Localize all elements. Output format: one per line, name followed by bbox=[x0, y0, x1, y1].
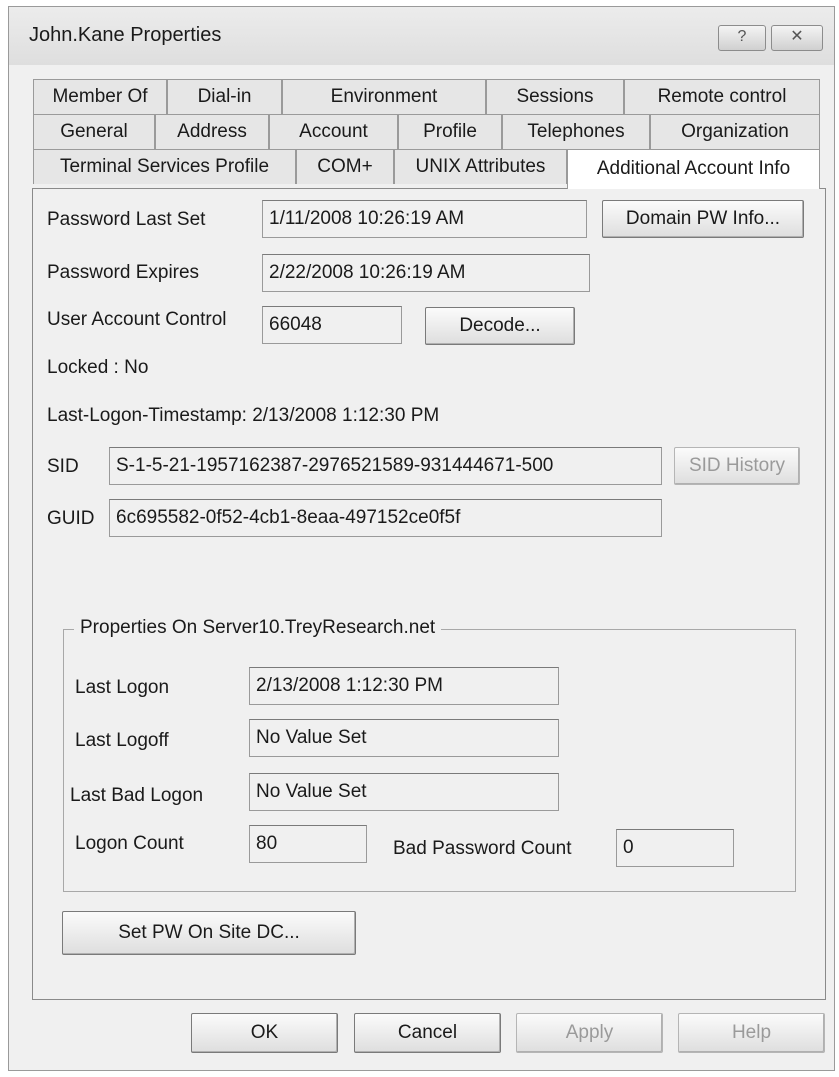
locked-status: Locked : No bbox=[47, 357, 149, 378]
password-last-set-field[interactable]: 1/11/2008 10:26:19 AM bbox=[262, 200, 587, 238]
last-bad-logon-label: Last Bad Logon bbox=[70, 785, 204, 806]
tab-unix-attributes[interactable]: UNIX Attributes bbox=[394, 149, 567, 184]
help-button[interactable]: Help bbox=[678, 1013, 825, 1053]
sid-field[interactable]: S-1-5-21-1957162387-2976521589-931444671… bbox=[109, 447, 662, 485]
decode-button[interactable]: Decode... bbox=[425, 307, 575, 345]
password-expires-field[interactable]: 2/22/2008 10:26:19 AM bbox=[262, 254, 590, 292]
tab-terminal-services-profile[interactable]: Terminal Services Profile bbox=[33, 149, 296, 184]
tab-general[interactable]: General bbox=[33, 114, 155, 149]
server-properties-group: Properties On Server10.TreyResearch.net … bbox=[63, 617, 796, 892]
tab-com-plus[interactable]: COM+ bbox=[296, 149, 394, 184]
password-last-set-label: Password Last Set bbox=[47, 209, 206, 230]
logon-count-label: Logon Count bbox=[75, 833, 184, 854]
last-bad-logon-field[interactable]: No Value Set bbox=[249, 773, 559, 811]
ok-button[interactable]: OK bbox=[191, 1013, 338, 1053]
sid-history-button[interactable]: SID History bbox=[674, 447, 800, 485]
set-pw-on-site-dc-button[interactable]: Set PW On Site DC... bbox=[62, 911, 356, 955]
window-title: John.Kane Properties bbox=[29, 24, 222, 46]
domain-pw-info-button[interactable]: Domain PW Info... bbox=[602, 200, 804, 238]
last-logoff-label: Last Logoff bbox=[75, 730, 169, 751]
tab-address[interactable]: Address bbox=[155, 114, 269, 149]
help-icon[interactable]: ? bbox=[718, 25, 766, 51]
tab-dial-in[interactable]: Dial-in bbox=[167, 79, 282, 114]
server-properties-legend: Properties On Server10.TreyResearch.net bbox=[74, 617, 442, 639]
properties-dialog: John.Kane Properties ? ✕ Member Of Dial-… bbox=[8, 6, 835, 1071]
title-bar: John.Kane Properties ? ✕ bbox=[9, 7, 834, 65]
last-logoff-field[interactable]: No Value Set bbox=[249, 719, 559, 757]
logon-count-field[interactable]: 80 bbox=[249, 825, 367, 863]
last-logon-timestamp: Last-Logon-Timestamp: 2/13/2008 1:12:30 … bbox=[47, 405, 440, 426]
apply-button[interactable]: Apply bbox=[516, 1013, 663, 1053]
tab-remote-control[interactable]: Remote control bbox=[624, 79, 820, 114]
sid-label: SID bbox=[47, 456, 79, 477]
user-account-control-label: User Account Control bbox=[47, 309, 227, 330]
tab-environment[interactable]: Environment bbox=[282, 79, 486, 114]
password-expires-label: Password Expires bbox=[47, 262, 200, 283]
tab-telephones[interactable]: Telephones bbox=[502, 114, 650, 149]
guid-field[interactable]: 6c695582-0f52-4cb1-8eaa-497152ce0f5f bbox=[109, 499, 662, 537]
bad-password-count-field[interactable]: 0 bbox=[616, 829, 734, 867]
tab-member-of[interactable]: Member Of bbox=[33, 79, 167, 114]
tab-profile[interactable]: Profile bbox=[398, 114, 502, 149]
bad-password-count-label: Bad Password Count bbox=[393, 838, 572, 859]
tab-organization[interactable]: Organization bbox=[650, 114, 820, 149]
last-logon-label: Last Logon bbox=[75, 677, 170, 698]
tab-account[interactable]: Account bbox=[269, 114, 398, 149]
close-icon[interactable]: ✕ bbox=[771, 25, 823, 51]
tab-sessions[interactable]: Sessions bbox=[486, 79, 624, 114]
tab-panel: Password Last Set 1/11/2008 10:26:19 AM … bbox=[32, 188, 826, 1000]
cancel-button[interactable]: Cancel bbox=[354, 1013, 501, 1053]
user-account-control-field[interactable]: 66048 bbox=[262, 306, 402, 344]
guid-label: GUID bbox=[47, 508, 95, 529]
last-logon-field[interactable]: 2/13/2008 1:12:30 PM bbox=[249, 667, 559, 705]
tab-additional-account-info[interactable]: Additional Account Info bbox=[567, 149, 820, 189]
